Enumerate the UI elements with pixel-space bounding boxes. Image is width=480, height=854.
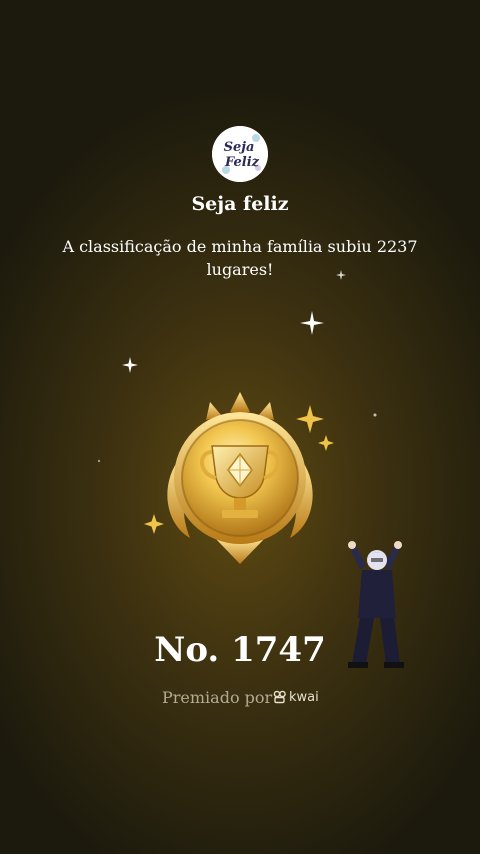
- rank-number: No. 1747: [154, 630, 326, 670]
- rank-message: A classificação de minha família subiu 2…: [62, 237, 418, 279]
- avatar-text-line2: Feliz: [224, 155, 260, 170]
- sparkle-icon: [122, 357, 138, 373]
- avatar-text-line1: Seja: [224, 140, 255, 155]
- trophy-medal-icon: [167, 392, 313, 564]
- kwai-logo-icon: [273, 690, 286, 704]
- awarded-by-label: Premiado por: [162, 688, 273, 707]
- family-name: Seja feliz: [191, 193, 289, 215]
- kwai-brand-text: kwai: [289, 689, 319, 705]
- sparkle-icon: [373, 413, 377, 417]
- sparkle-icon: [97, 459, 101, 463]
- kwai-logo: kwai: [273, 689, 319, 705]
- avatar[interactable]: Seja Feliz: [212, 126, 268, 182]
- sparkle-icon: [336, 270, 346, 280]
- sparkle-icon: [300, 311, 324, 335]
